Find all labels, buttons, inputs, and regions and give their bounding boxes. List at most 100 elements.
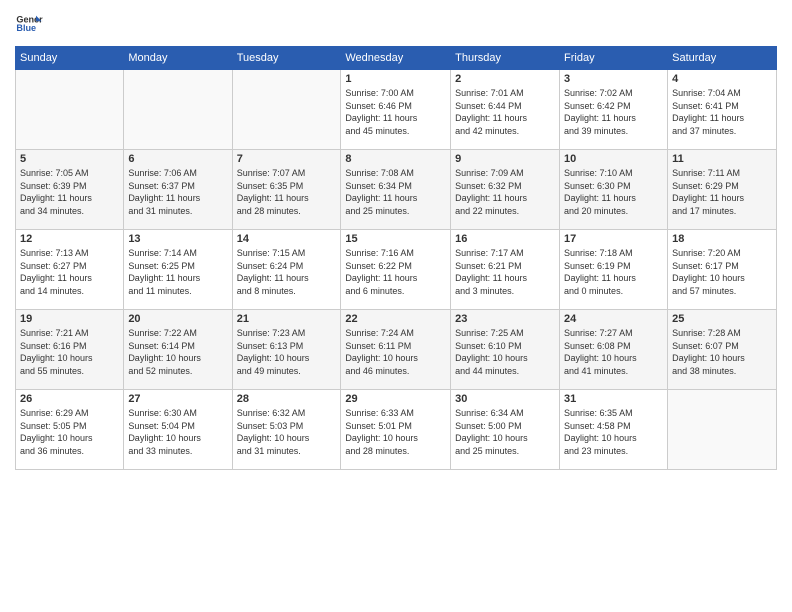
day-number: 13 bbox=[128, 233, 227, 245]
calendar-cell: 16 Sunrise: 7:17 AMSunset: 6:21 PMDayligh… bbox=[451, 230, 560, 310]
svg-text:Blue: Blue bbox=[16, 23, 36, 33]
day-info: Sunrise: 7:20 AMSunset: 6:17 PMDaylight:… bbox=[672, 247, 772, 297]
calendar-cell: 21 Sunrise: 7:23 AMSunset: 6:13 PMDayligh… bbox=[232, 310, 341, 390]
calendar-week-row: 26 Sunrise: 6:29 AMSunset: 5:05 PMDayligh… bbox=[16, 390, 777, 470]
day-number: 8 bbox=[345, 153, 446, 165]
day-number: 12 bbox=[20, 233, 119, 245]
calendar-cell bbox=[232, 70, 341, 150]
day-info: Sunrise: 7:18 AMSunset: 6:19 PMDaylight:… bbox=[564, 247, 663, 297]
day-info: Sunrise: 7:25 AMSunset: 6:10 PMDaylight:… bbox=[455, 327, 555, 377]
day-number: 15 bbox=[345, 233, 446, 245]
day-info: Sunrise: 7:16 AMSunset: 6:22 PMDaylight:… bbox=[345, 247, 446, 297]
calendar-cell: 4 Sunrise: 7:04 AMSunset: 6:41 PMDaylight… bbox=[668, 70, 777, 150]
calendar-cell: 23 Sunrise: 7:25 AMSunset: 6:10 PMDayligh… bbox=[451, 310, 560, 390]
calendar-cell: 22 Sunrise: 7:24 AMSunset: 6:11 PMDayligh… bbox=[341, 310, 451, 390]
weekday-header-thursday: Thursday bbox=[451, 47, 560, 70]
day-number: 26 bbox=[20, 393, 119, 405]
calendar-cell: 20Sunrise: 7:22 AMSunset: 6:14 PMDayligh… bbox=[124, 310, 232, 390]
day-number: 3 bbox=[564, 73, 663, 85]
weekday-header-wednesday: Wednesday bbox=[341, 47, 451, 70]
calendar-cell: 8 Sunrise: 7:08 AMSunset: 6:34 PMDaylight… bbox=[341, 150, 451, 230]
calendar-cell: 2 Sunrise: 7:01 AMSunset: 6:44 PMDaylight… bbox=[451, 70, 560, 150]
day-info: Sunrise: 7:28 AMSunset: 6:07 PMDaylight:… bbox=[672, 327, 772, 377]
day-info: Sunrise: 7:27 AMSunset: 6:08 PMDaylight:… bbox=[564, 327, 663, 377]
calendar-cell bbox=[668, 390, 777, 470]
page-header: General Blue bbox=[15, 10, 777, 38]
day-number: 7 bbox=[237, 153, 337, 165]
calendar-cell: 7Sunrise: 7:07 AMSunset: 6:35 PMDaylight… bbox=[232, 150, 341, 230]
day-info: Sunrise: 6:35 AMSunset: 4:58 PMDaylight:… bbox=[564, 407, 663, 457]
day-number: 14 bbox=[237, 233, 337, 245]
day-info: Sunrise: 7:15 AMSunset: 6:24 PMDaylight:… bbox=[237, 247, 337, 297]
day-number: 18 bbox=[672, 233, 772, 245]
day-number: 29 bbox=[345, 393, 446, 405]
logo-icon: General Blue bbox=[15, 10, 43, 38]
day-number: 23 bbox=[455, 313, 555, 325]
day-info: Sunrise: 7:10 AMSunset: 6:30 PMDaylight:… bbox=[564, 167, 663, 217]
day-info: Sunrise: 6:32 AMSunset: 5:03 PMDaylight:… bbox=[237, 407, 337, 457]
day-info: Sunrise: 7:05 AMSunset: 6:39 PMDaylight:… bbox=[20, 167, 119, 217]
calendar-cell: 17 Sunrise: 7:18 AMSunset: 6:19 PMDayligh… bbox=[560, 230, 668, 310]
day-number: 31 bbox=[564, 393, 663, 405]
day-number: 5 bbox=[20, 153, 119, 165]
calendar-week-row: 12 Sunrise: 7:13 AMSunset: 6:27 PMDayligh… bbox=[16, 230, 777, 310]
weekday-header-monday: Monday bbox=[124, 47, 232, 70]
calendar-cell: 6 Sunrise: 7:06 AMSunset: 6:37 PMDaylight… bbox=[124, 150, 232, 230]
calendar-cell: 5 Sunrise: 7:05 AMSunset: 6:39 PMDaylight… bbox=[16, 150, 124, 230]
day-number: 17 bbox=[564, 233, 663, 245]
day-info: Sunrise: 6:29 AMSunset: 5:05 PMDaylight:… bbox=[20, 407, 119, 457]
day-info: Sunrise: 7:09 AMSunset: 6:32 PMDaylight:… bbox=[455, 167, 555, 217]
calendar-cell: 12 Sunrise: 7:13 AMSunset: 6:27 PMDayligh… bbox=[16, 230, 124, 310]
calendar-cell: 28 Sunrise: 6:32 AMSunset: 5:03 PMDayligh… bbox=[232, 390, 341, 470]
day-number: 24 bbox=[564, 313, 663, 325]
weekday-header-saturday: Saturday bbox=[668, 47, 777, 70]
day-info: Sunrise: 7:21 AMSunset: 6:16 PMDaylight:… bbox=[20, 327, 119, 377]
day-info: Sunrise: 7:23 AMSunset: 6:13 PMDaylight:… bbox=[237, 327, 337, 377]
day-number: 28 bbox=[237, 393, 337, 405]
day-info: Sunrise: 7:17 AMSunset: 6:21 PMDaylight:… bbox=[455, 247, 555, 297]
day-number: 22 bbox=[345, 313, 446, 325]
calendar-cell: 26 Sunrise: 6:29 AMSunset: 5:05 PMDayligh… bbox=[16, 390, 124, 470]
day-info: Sunrise: 7:02 AMSunset: 6:42 PMDaylight:… bbox=[564, 87, 663, 137]
calendar-week-row: 19Sunrise: 7:21 AMSunset: 6:16 PMDayligh… bbox=[16, 310, 777, 390]
day-info: Sunrise: 7:13 AMSunset: 6:27 PMDaylight:… bbox=[20, 247, 119, 297]
day-number: 2 bbox=[455, 73, 555, 85]
day-info: Sunrise: 7:24 AMSunset: 6:11 PMDaylight:… bbox=[345, 327, 446, 377]
weekday-header-sunday: Sunday bbox=[16, 47, 124, 70]
day-info: Sunrise: 7:00 AMSunset: 6:46 PMDaylight:… bbox=[345, 87, 446, 137]
day-number: 6 bbox=[128, 153, 227, 165]
day-info: Sunrise: 7:08 AMSunset: 6:34 PMDaylight:… bbox=[345, 167, 446, 217]
calendar-cell: 10 Sunrise: 7:10 AMSunset: 6:30 PMDayligh… bbox=[560, 150, 668, 230]
day-number: 4 bbox=[672, 73, 772, 85]
calendar-cell: 19Sunrise: 7:21 AMSunset: 6:16 PMDayligh… bbox=[16, 310, 124, 390]
day-number: 21 bbox=[237, 313, 337, 325]
calendar-cell: 3 Sunrise: 7:02 AMSunset: 6:42 PMDaylight… bbox=[560, 70, 668, 150]
day-number: 10 bbox=[564, 153, 663, 165]
day-number: 9 bbox=[455, 153, 555, 165]
day-number: 11 bbox=[672, 153, 772, 165]
day-number: 16 bbox=[455, 233, 555, 245]
day-info: Sunrise: 7:14 AMSunset: 6:25 PMDaylight:… bbox=[128, 247, 227, 297]
calendar-cell: 9 Sunrise: 7:09 AMSunset: 6:32 PMDaylight… bbox=[451, 150, 560, 230]
weekday-header-friday: Friday bbox=[560, 47, 668, 70]
calendar-cell bbox=[124, 70, 232, 150]
day-number: 27 bbox=[128, 393, 227, 405]
calendar-cell: 29 Sunrise: 6:33 AMSunset: 5:01 PMDayligh… bbox=[341, 390, 451, 470]
calendar-cell: 15 Sunrise: 7:16 AMSunset: 6:22 PMDayligh… bbox=[341, 230, 451, 310]
calendar-week-row: 1 Sunrise: 7:00 AMSunset: 6:46 PMDaylight… bbox=[16, 70, 777, 150]
logo: General Blue bbox=[15, 10, 43, 38]
day-info: Sunrise: 6:33 AMSunset: 5:01 PMDaylight:… bbox=[345, 407, 446, 457]
calendar-cell: 13 Sunrise: 7:14 AMSunset: 6:25 PMDayligh… bbox=[124, 230, 232, 310]
calendar-header-row: SundayMondayTuesdayWednesdayThursdayFrid… bbox=[16, 47, 777, 70]
day-info: Sunrise: 7:11 AMSunset: 6:29 PMDaylight:… bbox=[672, 167, 772, 217]
day-info: Sunrise: 6:30 AMSunset: 5:04 PMDaylight:… bbox=[128, 407, 227, 457]
calendar-cell: 27 Sunrise: 6:30 AMSunset: 5:04 PMDayligh… bbox=[124, 390, 232, 470]
day-info: Sunrise: 7:01 AMSunset: 6:44 PMDaylight:… bbox=[455, 87, 555, 137]
day-info: Sunrise: 7:06 AMSunset: 6:37 PMDaylight:… bbox=[128, 167, 227, 217]
calendar-cell: 24 Sunrise: 7:27 AMSunset: 6:08 PMDayligh… bbox=[560, 310, 668, 390]
day-number: 25 bbox=[672, 313, 772, 325]
day-info: Sunrise: 7:04 AMSunset: 6:41 PMDaylight:… bbox=[672, 87, 772, 137]
calendar-cell: 18 Sunrise: 7:20 AMSunset: 6:17 PMDayligh… bbox=[668, 230, 777, 310]
day-number: 30 bbox=[455, 393, 555, 405]
day-number: 1 bbox=[345, 73, 446, 85]
